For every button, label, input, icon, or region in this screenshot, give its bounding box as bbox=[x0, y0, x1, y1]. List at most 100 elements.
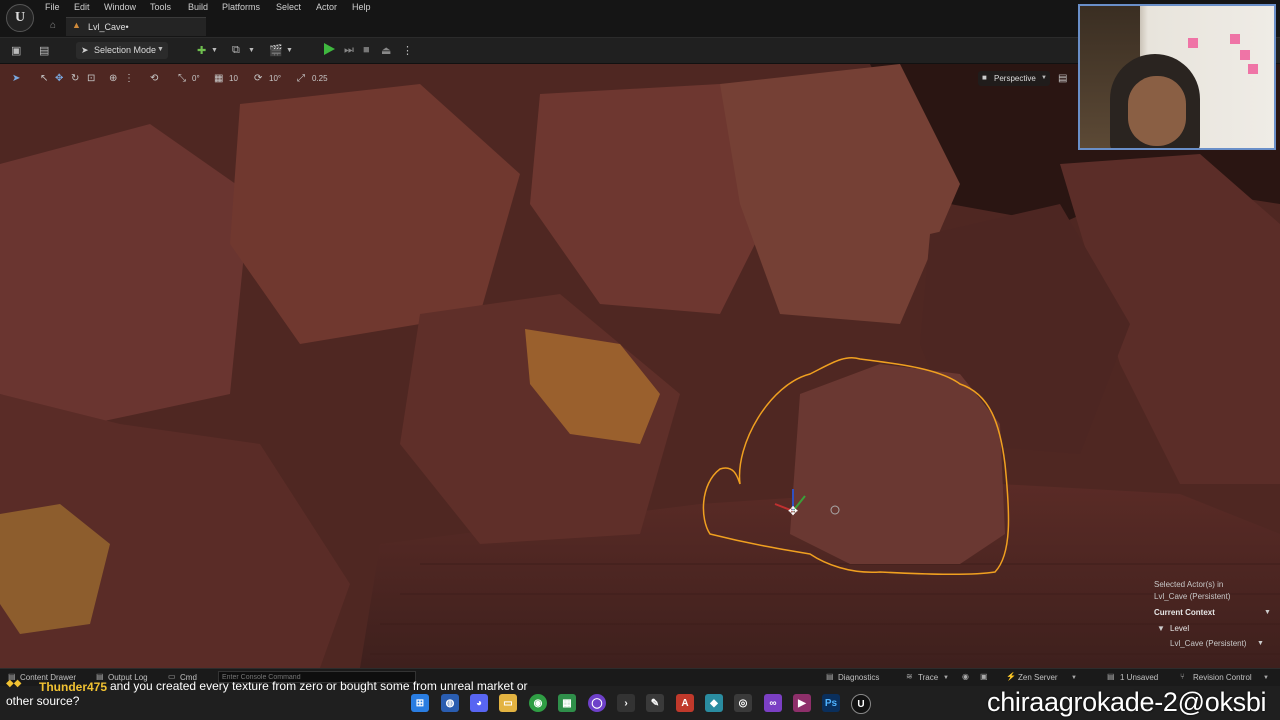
zen-server-button[interactable]: Zen Server bbox=[1018, 673, 1058, 682]
home-icon[interactable]: ⌂ bbox=[50, 20, 56, 31]
unreal-logo-icon[interactable]: U bbox=[6, 4, 34, 32]
level-node-label: Level bbox=[1170, 624, 1190, 633]
selected-rock[interactable] bbox=[790, 364, 1005, 564]
angle-snap-icon[interactable]: ⟳ bbox=[254, 73, 262, 84]
search-icon[interactable]: ◍ bbox=[441, 694, 459, 712]
menu-help[interactable]: Help bbox=[352, 2, 371, 12]
spreadsheet-icon[interactable]: ▦ bbox=[558, 694, 576, 712]
play-button[interactable] bbox=[324, 43, 335, 55]
sticky-note bbox=[1188, 38, 1198, 48]
app-icon[interactable]: ◆ bbox=[705, 694, 723, 712]
unsaved-button[interactable]: 1 Unsaved bbox=[1120, 673, 1158, 682]
menu-edit[interactable]: Edit bbox=[74, 2, 90, 12]
selection-mode-label: Selection Mode bbox=[94, 45, 157, 55]
chevron-down-icon[interactable]: ▼ bbox=[1157, 624, 1165, 633]
content-browser-icon[interactable]: ▤ bbox=[39, 44, 49, 57]
rock-left-upper bbox=[0, 124, 250, 424]
revision-control-button[interactable]: Revision Control bbox=[1193, 673, 1252, 682]
camera-icon: ■ bbox=[982, 73, 987, 82]
diagnostics-button[interactable]: Diagnostics bbox=[838, 673, 879, 682]
camera-icon[interactable]: ▣ bbox=[980, 672, 988, 681]
current-context-label: Current Context bbox=[1154, 608, 1215, 617]
menu-select[interactable]: Select bbox=[276, 2, 301, 12]
record-icon[interactable]: ◉ bbox=[962, 672, 969, 681]
selected-actor-line2: Lvl_Cave (Persistent) bbox=[1154, 592, 1231, 601]
trace-button[interactable]: Trace bbox=[918, 673, 938, 682]
discord-icon[interactable]: ◕ bbox=[470, 694, 488, 712]
unsaved-icon: ▤ bbox=[1107, 672, 1115, 681]
sticky-note bbox=[1248, 64, 1258, 74]
windows-start-icon[interactable]: ⊞ bbox=[411, 694, 429, 712]
file-explorer-icon[interactable]: ▭ bbox=[499, 694, 517, 712]
surface-snap-icon[interactable]: ⟲ bbox=[150, 73, 158, 84]
cinematics-icon[interactable]: 🎬 bbox=[269, 44, 283, 57]
level-child-label[interactable]: Lvl_Cave (Persistent) bbox=[1170, 639, 1246, 648]
blueprint-icon[interactable]: ⧉ bbox=[232, 44, 240, 57]
chrome-icon[interactable]: ◉ bbox=[529, 694, 547, 712]
stop-icon[interactable]: ■ bbox=[363, 44, 370, 56]
chevron-down-icon[interactable]: ▼ bbox=[1257, 640, 1264, 647]
world-space-icon[interactable]: ⊕ bbox=[109, 73, 117, 84]
menu-platforms[interactable]: Platforms bbox=[222, 2, 260, 12]
visual-studio-icon[interactable]: ∞ bbox=[764, 694, 782, 712]
select-icon[interactable]: ↖ bbox=[40, 73, 48, 84]
select-mode-icon[interactable]: ➤ bbox=[12, 73, 20, 84]
eject-icon[interactable]: ⏏ bbox=[381, 44, 391, 57]
tab-level-label: Lvl_Cave• bbox=[88, 22, 129, 32]
angle-snap-value[interactable]: 10° bbox=[269, 74, 281, 83]
grid-snap-value[interactable]: 10 bbox=[229, 74, 238, 83]
chevron-down-icon: ▼ bbox=[1041, 75, 1047, 81]
notepad-icon[interactable]: ✎ bbox=[646, 694, 664, 712]
more-options-icon[interactable]: ⋮ bbox=[402, 44, 413, 57]
chevron-down-icon[interactable]: ▼ bbox=[211, 47, 218, 54]
sticky-note bbox=[1230, 34, 1240, 44]
cave-scene: ✥ bbox=[0, 64, 1280, 668]
chevron-down-icon[interactable]: ▼ bbox=[286, 47, 293, 54]
tab-level[interactable] bbox=[66, 17, 206, 36]
move-icon[interactable]: ✥ bbox=[55, 73, 63, 84]
menu-actor[interactable]: Actor bbox=[316, 2, 337, 12]
webcam-face bbox=[1128, 76, 1186, 146]
chevron-down-icon[interactable]: ▼ bbox=[1071, 675, 1077, 681]
unreal-engine-icon[interactable]: U bbox=[851, 694, 871, 714]
menu-window[interactable]: Window bbox=[104, 2, 136, 12]
rotate-snap-icon[interactable]: ⤡ bbox=[178, 73, 186, 84]
rotate-icon[interactable]: ↻ bbox=[71, 73, 79, 84]
photoshop-icon[interactable]: Ps bbox=[822, 694, 840, 712]
level-icon: ▲ bbox=[72, 20, 81, 30]
diagnostics-icon: ▤ bbox=[826, 672, 834, 681]
menu-file[interactable]: File bbox=[45, 2, 60, 12]
chevron-down-icon[interactable]: ▼ bbox=[943, 675, 949, 681]
obs-icon[interactable]: ◯ bbox=[588, 694, 606, 712]
level-viewport[interactable]: ✥ bbox=[0, 64, 1280, 668]
chevron-down-icon[interactable]: ▼ bbox=[1263, 675, 1269, 681]
menu-tools[interactable]: Tools bbox=[150, 2, 171, 12]
terminal-icon[interactable]: › bbox=[617, 694, 635, 712]
chevron-down-icon[interactable]: ▼ bbox=[1264, 609, 1271, 616]
save-icon[interactable]: ▣ bbox=[11, 44, 21, 57]
github-icon[interactable]: ◎ bbox=[734, 694, 752, 712]
more-icon[interactable]: ⋮ bbox=[124, 73, 134, 84]
layout-icon[interactable]: ▤ bbox=[1058, 73, 1067, 84]
upi-watermark: chiraagrokade-2@oksbi bbox=[987, 687, 1267, 717]
chat-message-line1: and you created every texture from zero … bbox=[110, 679, 528, 693]
step-icon[interactable]: ⏭ bbox=[344, 44, 354, 57]
add-actor-icon[interactable]: ✚ bbox=[197, 44, 206, 57]
sticky-note bbox=[1240, 50, 1250, 60]
menu-build[interactable]: Build bbox=[188, 2, 208, 12]
chat-badge-icon: ◆◆ bbox=[6, 678, 22, 689]
media-icon[interactable]: ▶ bbox=[793, 694, 811, 712]
webcam-overlay bbox=[1078, 4, 1276, 150]
perspective-label: Perspective bbox=[994, 74, 1036, 83]
scale-icon[interactable]: ⊡ bbox=[87, 73, 95, 84]
scale-snap-icon[interactable]: ⤢ bbox=[297, 73, 305, 84]
grid-snap-icon[interactable]: ▦ bbox=[214, 73, 223, 84]
rotate-snap-value[interactable]: 0° bbox=[192, 74, 200, 83]
chevron-down-icon[interactable]: ▼ bbox=[248, 47, 255, 54]
acrobat-icon[interactable]: A bbox=[676, 694, 694, 712]
trace-icon: ≋ bbox=[906, 672, 913, 681]
revision-control-icon: ⑂ bbox=[1180, 672, 1185, 681]
selected-actor-info: Selected Actor(s) in Lvl_Cave (Persisten… bbox=[1154, 579, 1274, 603]
scale-snap-value[interactable]: 0.25 bbox=[312, 74, 328, 83]
chevron-down-icon: ▼ bbox=[157, 46, 164, 53]
